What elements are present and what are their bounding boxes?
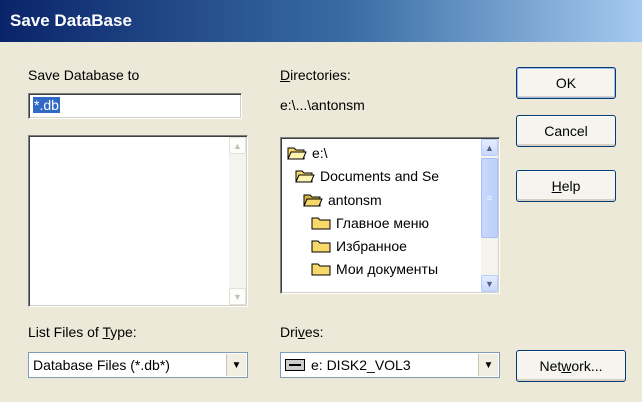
folder-open-icon [295, 169, 315, 183]
help-button-rest: elp [561, 178, 581, 194]
scroll-up-icon[interactable]: ▲ [481, 139, 498, 156]
tree-label: Избранное [336, 238, 407, 254]
cancel-button[interactable]: Cancel [516, 115, 616, 147]
ok-button[interactable]: OK [516, 67, 616, 99]
file-type-select[interactable]: Database Files (*.db*) ▼ [28, 352, 248, 378]
file-listbox[interactable]: ▲ ▼ [28, 135, 248, 307]
tree-label: Documents and Se [320, 168, 440, 184]
filename-value: *.db [33, 97, 60, 113]
title-bar: Save DataBase [0, 0, 642, 42]
scroll-down-icon[interactable]: ▼ [481, 275, 498, 292]
tree-label: Мои документы [336, 261, 439, 277]
file-type-label: List Files of Type: [28, 324, 137, 340]
dropdown-arrow-icon[interactable]: ▼ [226, 354, 246, 376]
drive-icon [285, 359, 305, 371]
file-list-scrollbar[interactable]: ▲ ▼ [229, 137, 246, 305]
file-type-value: Database Files (*.db*) [33, 357, 170, 373]
tree-item-favorites[interactable]: Избранное [311, 236, 407, 256]
folder-closed-icon [311, 262, 331, 276]
directories-label: Directories: [280, 67, 351, 83]
tree-item-documents[interactable]: Documents and Se [295, 166, 439, 186]
help-button[interactable]: Help [516, 170, 616, 202]
current-path: e:\...\antonsm [280, 97, 365, 113]
drives-value: e: DISK2_VOL3 [311, 357, 411, 373]
drives-select[interactable]: e: DISK2_VOL3 ▼ [280, 352, 500, 378]
scroll-thumb[interactable]: ≡ [481, 158, 498, 238]
tree-item-start-menu[interactable]: Главное меню [311, 213, 429, 233]
tree-item-my-documents[interactable]: Мои документы [311, 259, 438, 279]
folder-open-icon [287, 146, 307, 160]
scroll-up-icon[interactable]: ▲ [229, 137, 246, 154]
folder-open-selected-icon [303, 193, 323, 207]
dropdown-arrow-icon[interactable]: ▼ [478, 354, 498, 376]
directories-label-rest: irectories: [290, 67, 351, 83]
save-to-label: Save Database to [28, 67, 140, 83]
tree-label: antonsm [328, 192, 382, 208]
network-label-a: Net [539, 358, 562, 374]
drives-label: Drives: [280, 324, 324, 340]
folder-closed-icon [311, 216, 331, 230]
scroll-down-icon[interactable]: ▼ [229, 288, 246, 305]
tree-item-antonsm[interactable]: antonsm [303, 190, 382, 210]
directory-tree[interactable]: e:\ Documents and Se antonsm Главное мен… [280, 137, 500, 294]
tree-label: e:\ [312, 145, 328, 161]
tree-label: Главное меню [336, 215, 430, 231]
network-label-b: ork... [571, 358, 603, 374]
window-title: Save DataBase [10, 11, 132, 30]
network-button[interactable]: Net w ork... [516, 350, 626, 382]
directory-scrollbar[interactable]: ▲ ≡ ▼ [481, 139, 498, 292]
tree-item-e-drive[interactable]: e:\ [287, 143, 328, 163]
folder-closed-icon [311, 239, 331, 253]
filename-input[interactable]: *.db [28, 93, 242, 119]
